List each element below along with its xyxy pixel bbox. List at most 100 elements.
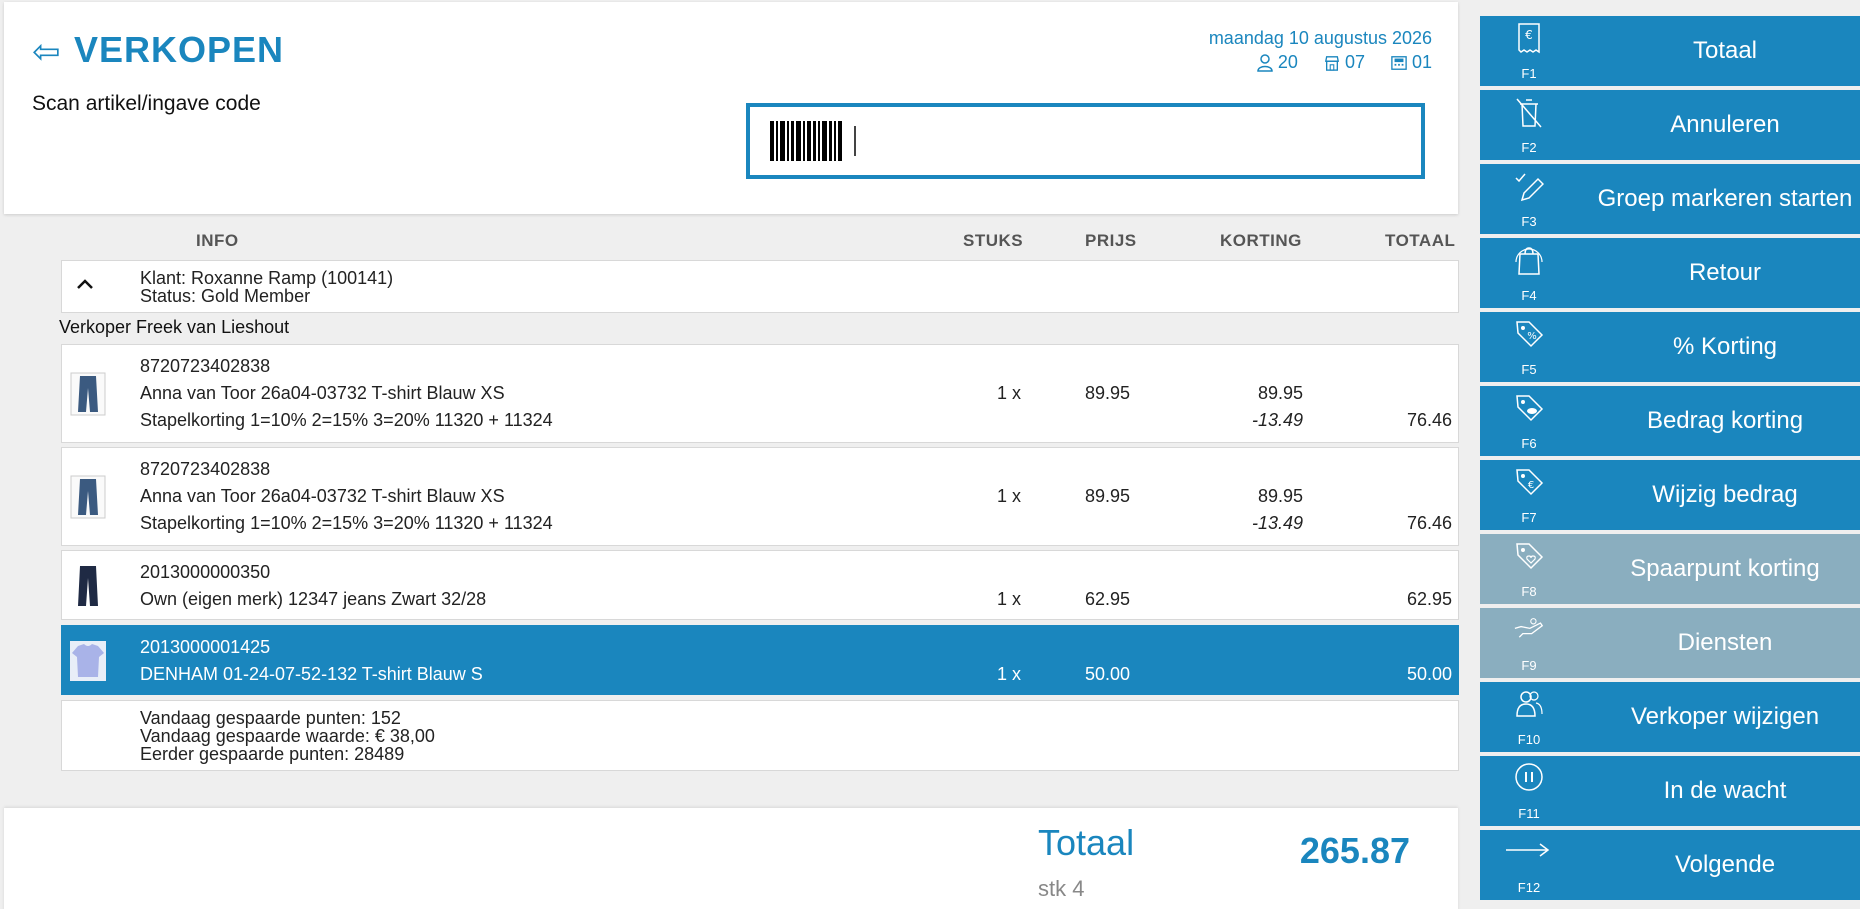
tshirt-thumbnail — [67, 639, 109, 683]
col-header-korting: KORTING — [1220, 231, 1302, 250]
f11-in-de-wacht-button[interactable]: F11 In de wacht — [1480, 756, 1860, 826]
key-hint: F10 — [1517, 732, 1541, 747]
item-code: 8720723402838 — [140, 459, 271, 479]
table-row[interactable]: 8720723402838 Anna van Toor 26a04-03732 … — [61, 447, 1459, 546]
item-qty: 1 x — [996, 383, 1021, 403]
key-hint: F4 — [1521, 288, 1537, 303]
table-row[interactable]: 2013000000350 Own (eigen merk) 12347 jea… — [61, 550, 1459, 620]
f8-spaarpunt-korting-button[interactable]: F8 Spaarpunt korting — [1480, 534, 1860, 604]
hand-service-icon — [1514, 618, 1544, 638]
key-hint: F9 — [1521, 658, 1537, 673]
item-price: 89.95 — [1084, 383, 1130, 403]
item-price: 50.00 — [1084, 664, 1130, 684]
points-today: Vandaag gespaarde punten: 152 — [140, 708, 401, 728]
col-header-totaal: TOTAAL — [1385, 231, 1456, 250]
session-meta: 20 07 01 — [1257, 52, 1432, 73]
item-korting-amount: -13.49 — [1251, 513, 1303, 533]
key-hint: F2 — [1521, 140, 1537, 155]
arrow-right-icon — [1506, 843, 1550, 857]
jeans-thumbnail — [67, 372, 109, 416]
item-description: Anna van Toor 26a04-03732 T-shirt Blauw … — [140, 383, 505, 403]
button-label: Verkoper wijzigen — [1630, 703, 1820, 730]
item-description: DENHAM 01-24-07-52-132 T-shirt Blauw S — [140, 664, 483, 684]
f2-annuleren-button[interactable]: F2 Annuleren — [1480, 90, 1860, 160]
user-info: 20 — [1257, 52, 1298, 73]
total-count: stk 4 — [1038, 876, 1085, 901]
scan-label: Scan artikel/ingave code — [32, 92, 261, 115]
f4-retour-button[interactable]: F4 Retour — [1480, 238, 1860, 308]
f12-volgende-button[interactable]: F12 Volgende — [1480, 830, 1860, 900]
item-qty: 1 x — [996, 664, 1021, 684]
dark-jeans-thumbnail — [67, 564, 109, 608]
col-header-prijs: PRIJS — [1085, 231, 1137, 250]
page-title: VERKOPEN — [74, 29, 285, 70]
register-info: 01 — [1391, 52, 1432, 73]
points-today-value: Vandaag gespaarde waarde: € 38,00 — [140, 726, 435, 746]
customer-status: Status: Gold Member — [140, 286, 311, 306]
item-code: 2013000001425 — [140, 637, 271, 657]
button-label: Volgende — [1674, 851, 1776, 878]
button-label: Diensten — [1677, 629, 1773, 656]
points-row: Vandaag gespaarde punten: 152 Vandaag ge… — [61, 700, 1459, 771]
svg-text:€: € — [1528, 480, 1534, 491]
chevron-up-icon[interactable] — [74, 273, 96, 295]
item-total: 62.95 — [1406, 589, 1452, 609]
store-icon — [1324, 55, 1339, 71]
total-value: 265.87 — [1299, 830, 1410, 871]
store-id: 07 — [1344, 52, 1365, 72]
trash-cancel-icon — [1516, 98, 1542, 128]
back-arrow-icon[interactable]: ⇦ — [32, 32, 61, 72]
item-description: Own (eigen merk) 12347 jeans Zwart 32/28 — [140, 589, 487, 609]
key-hint: F8 — [1521, 584, 1537, 599]
col-header-stuks: STUKS — [963, 231, 1024, 250]
f7-wijzig-bedrag-button[interactable]: € F7 Wijzig bedrag — [1480, 460, 1860, 530]
tag-euro-icon: € — [1516, 469, 1544, 496]
button-label: Retour — [1688, 259, 1762, 286]
item-description: Anna van Toor 26a04-03732 T-shirt Blauw … — [140, 486, 505, 506]
f1-totaal-button[interactable]: € F1 Totaal — [1480, 16, 1860, 86]
item-korting-price: 89.95 — [1257, 486, 1303, 506]
users-icon — [1516, 691, 1543, 717]
pause-icon — [1515, 763, 1543, 791]
item-discount-note: Stapelkorting 1=10% 2=15% 3=20% 11320 + … — [140, 513, 553, 533]
f6-bedrag-korting-button[interactable]: F6 Bedrag korting — [1480, 386, 1860, 456]
tag-coin-icon — [1516, 395, 1544, 422]
key-hint: F6 — [1521, 436, 1537, 451]
user-icon — [1257, 53, 1273, 72]
register-icon — [1391, 55, 1407, 70]
user-id: 20 — [1277, 52, 1298, 72]
f5-percent-korting-button[interactable]: % F5 % Korting — [1480, 312, 1860, 382]
item-korting-price: 89.95 — [1257, 383, 1303, 403]
customer-row[interactable]: Klant: Roxanne Ramp (100141) Status: Gol… — [61, 260, 1459, 313]
col-header-info: INFO — [196, 231, 239, 250]
jeans-thumbnail — [67, 475, 109, 519]
store-info: 07 — [1324, 52, 1365, 73]
table-row-selected[interactable]: 2013000001425 DENHAM 01-24-07-52-132 T-s… — [61, 625, 1459, 695]
pencil-check-icon — [1515, 173, 1544, 202]
f3-groep-markeren-button[interactable]: F3 Groep markeren starten — [1480, 164, 1860, 234]
total-label: Totaal — [1038, 822, 1135, 863]
item-discount-note: Stapelkorting 1=10% 2=15% 3=20% 11320 + … — [140, 410, 553, 430]
button-label: Totaal — [1692, 37, 1758, 64]
f10-verkoper-wijzigen-button[interactable]: F10 Verkoper wijzigen — [1480, 682, 1860, 752]
tag-percent-icon: % — [1516, 321, 1544, 348]
item-korting-amount: -13.49 — [1251, 410, 1303, 430]
total-panel: Totaal 265.87 stk 4 — [4, 808, 1458, 909]
button-label: Groep markeren starten — [1597, 185, 1853, 212]
f9-diensten-button[interactable]: F9 Diensten — [1480, 608, 1860, 678]
key-hint: F1 — [1521, 66, 1537, 81]
button-label: % Korting — [1672, 333, 1778, 360]
item-price: 89.95 — [1084, 486, 1130, 506]
salesperson-label: Verkoper Freek van Lieshout — [59, 317, 290, 337]
item-code: 8720723402838 — [140, 356, 271, 376]
scan-input[interactable] — [746, 103, 1425, 179]
button-label: Spaarpunt korting — [1630, 555, 1820, 582]
points-earlier: Eerder gespaarde punten: 28489 — [140, 744, 405, 764]
button-label: Wijzig bedrag — [1652, 481, 1798, 508]
receipt-euro-icon: € — [1518, 23, 1540, 54]
tag-heart-icon — [1516, 543, 1544, 570]
table-row[interactable]: 8720723402838 Anna van Toor 26a04-03732 … — [61, 344, 1459, 443]
key-hint: F12 — [1517, 880, 1541, 895]
barcode-icon — [770, 121, 842, 161]
item-qty: 1 x — [996, 589, 1021, 609]
